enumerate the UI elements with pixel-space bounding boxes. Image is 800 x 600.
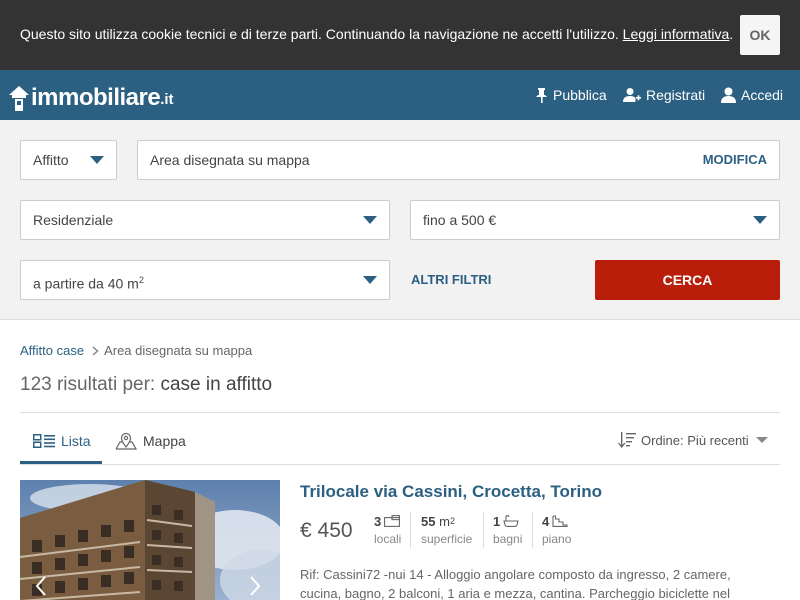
tab-mappa-label: Mappa [143, 433, 186, 449]
bagni-label: bagni [493, 532, 523, 546]
chevron-down-icon [753, 216, 767, 224]
cookie-message: Questo sito utilizza cookie tecnici e di… [20, 26, 733, 42]
tab-lista[interactable]: Lista [33, 430, 91, 452]
site-header: immobiliare .it Pubblica Registrati Acce… [0, 70, 800, 120]
superficie-value: 55 [421, 513, 436, 529]
chevron-down-icon [755, 437, 768, 443]
search-button[interactable]: CERCA [595, 260, 780, 300]
logo-tld: .it [160, 91, 174, 108]
price-value: fino a 500 € [423, 212, 497, 228]
feature-divider [410, 512, 411, 548]
list-icon [33, 434, 55, 448]
chevron-down-icon [90, 156, 104, 164]
tab-mappa[interactable]: Mappa [115, 430, 186, 452]
listing-photo[interactable] [20, 480, 280, 600]
feature-locali: 3 locali [374, 512, 401, 548]
cookie-message-suffix: . [729, 26, 734, 42]
superficie-unit-exp: 2 [449, 516, 455, 526]
size-select[interactable]: a partire da 40 m2 [20, 260, 390, 300]
chevron-down-icon [363, 276, 377, 284]
price-select[interactable]: fino a 500 € [410, 200, 780, 240]
results-query: case in affitto [160, 374, 273, 395]
cookie-banner: Questo sito utilizza cookie tecnici e di… [0, 0, 800, 70]
superficie-label: superficie [421, 532, 473, 546]
stairs-icon [552, 515, 568, 527]
breadcrumb: Affitto case Area disegnata su mappa [20, 343, 252, 358]
feature-divider [483, 512, 484, 548]
site-logo[interactable]: immobiliare .it [8, 80, 174, 112]
listing-title-link[interactable]: Trilocale via Cassini, Crocetta, Torino [300, 482, 602, 502]
listing-description: Rif: Cassini72 -nui 14 - Alloggio angola… [300, 567, 731, 600]
sort-value: Più recenti [687, 432, 749, 448]
chevron-right-icon[interactable] [248, 575, 262, 597]
bathtub-icon [503, 515, 519, 527]
house-logo-icon [9, 86, 29, 111]
divider [20, 412, 780, 413]
logo-wordmark: immobiliare [31, 84, 161, 111]
nav-accedi-label: Accedi [741, 87, 784, 103]
more-filters-link[interactable]: ALTRI FILTRI [411, 272, 491, 287]
contract-value: Affitto [33, 152, 69, 168]
nav-pubblica[interactable]: Pubblica [535, 70, 607, 120]
rooms-icon [384, 515, 401, 527]
size-unit-exp: 2 [138, 275, 144, 285]
property-type-value: Residenziale [33, 212, 114, 228]
listing-price: € 450 [300, 519, 353, 542]
chevron-down-icon [363, 216, 377, 224]
nav-pubblica-label: Pubblica [553, 87, 607, 103]
area-value: Area disegnata su mappa [150, 152, 310, 168]
tab-lista-label: Lista [61, 433, 91, 449]
cookie-ok-button[interactable]: OK [740, 15, 780, 55]
search-panel: Affitto Area disegnata su mappa MODIFICA… [0, 120, 800, 320]
map-pin-icon [115, 432, 137, 450]
cookie-message-text: Questo sito utilizza cookie tecnici e di… [20, 26, 619, 42]
chevron-right-icon [92, 345, 99, 356]
user-icon [721, 87, 736, 103]
nav-accedi[interactable]: Accedi [721, 70, 783, 120]
results-heading: 123 risultati per: case in affitto [20, 374, 272, 396]
feature-divider [532, 512, 533, 548]
add-user-icon [623, 88, 641, 102]
modify-area-button[interactable]: MODIFICA [703, 141, 767, 179]
bagni-value: 1 [493, 513, 501, 529]
chevron-left-icon[interactable] [34, 575, 48, 597]
results-count: 123 risultati per: [20, 374, 156, 395]
contract-select[interactable]: Affitto [20, 140, 117, 180]
property-type-select[interactable]: Residenziale [20, 200, 390, 240]
pin-icon [536, 88, 547, 103]
piano-value: 4 [542, 513, 550, 529]
locali-value: 3 [374, 513, 382, 529]
cookie-policy-link[interactable]: Leggi informativa [623, 26, 730, 42]
sort-icon [618, 432, 636, 448]
divider [20, 464, 780, 465]
superficie-unit: m [439, 513, 450, 529]
nav-registrati[interactable]: Registrati [623, 70, 705, 120]
breadcrumb-link[interactable]: Affitto case [20, 343, 84, 358]
breadcrumb-current: Area disegnata su mappa [104, 343, 253, 358]
locali-label: locali [374, 532, 402, 546]
feature-superficie: 55 m2 superficie [421, 512, 472, 548]
piano-label: piano [542, 532, 572, 546]
area-field[interactable]: Area disegnata su mappa MODIFICA [137, 140, 780, 180]
feature-bagni: 1 bagni [493, 512, 522, 548]
feature-piano: 4 piano [542, 512, 571, 548]
building-photo [20, 480, 280, 600]
sort-dropdown[interactable]: Ordine: Più recenti [618, 430, 768, 450]
nav-registrati-label: Registrati [646, 87, 706, 103]
sort-label: Ordine: [641, 432, 684, 448]
size-value: a partire da 40 m [33, 275, 139, 292]
